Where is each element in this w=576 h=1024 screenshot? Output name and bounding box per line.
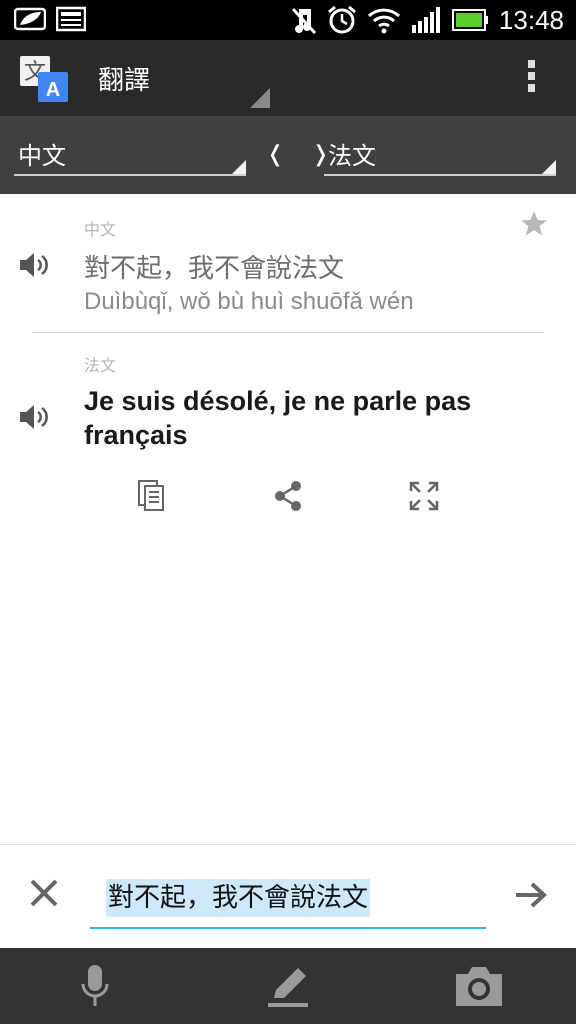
status-time: 13:48 [498,5,564,35]
fullscreen-icon[interactable] [408,480,440,512]
status-bar: 13:48 [0,0,576,40]
app-title[interactable]: 翻譯 [98,60,150,97]
leaf-notification-icon [14,7,46,31]
target-language-label: 法文 [328,142,376,170]
language-bar: 中文 ❬ ❭ 法文 [0,116,576,194]
microphone-icon[interactable] [80,964,110,1008]
divider [32,332,544,333]
pencil-icon[interactable] [266,964,310,1008]
source-language-label: 中文 [18,142,66,170]
target-language-caption: 法文 [84,356,117,375]
source-text[interactable]: 對不起，我不會說法文 [84,248,344,285]
speaker-icon[interactable] [18,402,50,432]
source-romanization: Duìbùqǐ, wǒ bù huì shuōfǎ wén [84,288,414,315]
battery-icon [451,9,488,31]
translation-card: 中文 對不起，我不會說法文 Duìbùqǐ, wǒ bù huì shuōfǎ … [0,194,576,844]
action-bar: 文 A 翻譯 [0,40,576,116]
star-icon[interactable] [520,210,548,238]
speaker-icon[interactable] [18,250,50,280]
arrow-right-icon[interactable] [514,881,548,909]
translated-text[interactable]: Je suis désolé, je ne parle pas français [84,384,524,452]
target-language-select[interactable]: 法文 [324,136,556,176]
source-language-select[interactable]: 中文 [14,136,246,176]
text-input[interactable]: 對不起，我不會說法文 [90,875,486,929]
dropdown-corner-icon [542,160,556,174]
wifi-icon [367,8,400,34]
alarm-icon [327,5,356,34]
translate-icon[interactable]: 文 A [18,54,70,104]
news-notification-icon [56,6,86,32]
source-language-caption: 中文 [84,220,117,239]
copy-icon[interactable] [136,480,168,512]
camera-icon[interactable] [454,964,504,1008]
input-mode-bar [0,948,576,1024]
title-dropdown-indicator [250,88,270,108]
overflow-menu-icon[interactable] [520,60,542,100]
signal-icon [411,7,440,33]
dropdown-corner-icon [232,160,246,174]
mute-icon [291,7,317,35]
share-icon[interactable] [272,480,304,512]
close-icon[interactable] [28,877,60,909]
input-selected-text[interactable]: 對不起，我不會說法文 [106,879,371,917]
translate-icon-letter: A [46,79,60,101]
input-bar: 對不起，我不會說法文 [0,844,576,948]
